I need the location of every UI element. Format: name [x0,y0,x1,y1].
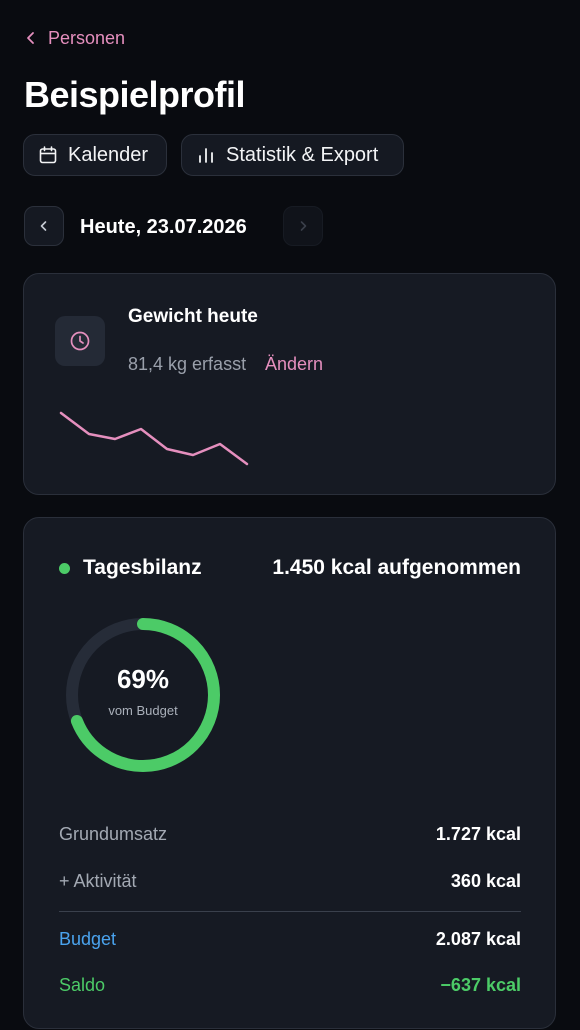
budget-percent-caption: vom Budget [108,703,178,718]
back-link-personen[interactable]: Personen [24,26,125,50]
budget-progress-ring [66,618,220,772]
chevron-left-icon [40,221,47,231]
calendar-button[interactable]: Kalender [23,134,167,176]
basal-rate-value: 1.727 kcal [435,824,521,844]
saldo-value: −637 kcal [440,975,521,995]
activity-value: 360 kcal [450,871,521,891]
statistics-export-label: Statistik & Export [226,143,379,166]
status-dot [59,563,70,574]
bar-chart-icon [199,148,213,163]
activity-label: + Aktivität [59,871,137,891]
back-link-label: Personen [48,27,126,48]
budget-value: 2.087 kcal [435,929,521,949]
basal-rate-label: Grundumsatz [59,824,168,844]
budget-label: Budget [59,929,117,949]
current-date-label: Heute, 23.07.2026 [80,216,247,238]
calendar-button-label: Kalender [68,143,149,166]
page-title: Beispielprofil [24,74,246,115]
daily-balance-card: Tagesbilanz 1.450 kcal aufgenommen 69% v… [23,517,556,1029]
consumed-kcal: 1.450 kcal aufgenommen [272,556,521,579]
balance-title: Tagesbilanz [83,556,202,579]
weight-card: Gewicht heute 81,4 kg erfasst Ändern [23,273,556,495]
chevron-right-icon [300,221,307,231]
weight-trend-sparkline [59,411,249,466]
divider [59,911,521,912]
saldo-label: Saldo [59,975,106,995]
previous-day-button[interactable] [24,206,64,246]
calendar-icon [39,146,57,164]
budget-percent: 69% [116,664,170,694]
chevron-left-icon [27,32,34,44]
next-day-button[interactable] [283,206,323,246]
statistics-export-button[interactable]: Statistik & Export [181,134,404,176]
